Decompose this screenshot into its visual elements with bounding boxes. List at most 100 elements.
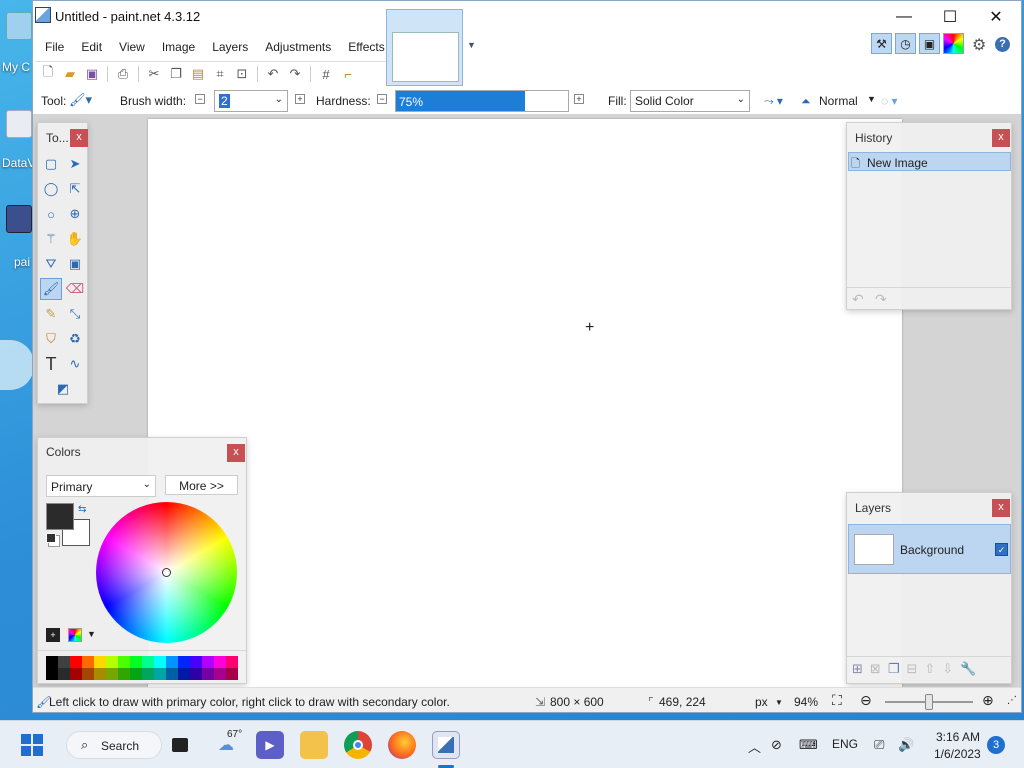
palette-swatch[interactable]: [226, 656, 238, 668]
menu-file[interactable]: File: [35, 32, 71, 61]
palette-swatch[interactable]: [214, 656, 226, 668]
palette-swatch[interactable]: [190, 668, 202, 680]
palette-swatch[interactable]: [106, 668, 118, 680]
palette-dropdown-chevron-icon[interactable]: ▼: [87, 629, 96, 639]
language-indicator[interactable]: ENG: [832, 737, 858, 751]
palette-swatch[interactable]: [130, 656, 142, 668]
windows-start-icon[interactable]: [18, 731, 46, 759]
history-item[interactable]: 🗋 New Image: [848, 152, 1011, 171]
settings-gear-icon[interactable]: ⚙: [972, 35, 986, 55]
palette-swatch[interactable]: [226, 668, 238, 680]
image-canvas[interactable]: +: [148, 119, 902, 687]
chat-icon[interactable]: ▶: [256, 731, 284, 759]
history-panel-close-button[interactable]: x: [992, 129, 1010, 147]
tools-window-toggle-icon[interactable]: ⚒: [871, 33, 892, 54]
layers-panel-close-button[interactable]: x: [992, 499, 1010, 517]
blend-mode-icon[interactable]: ⏶: [801, 94, 811, 109]
color-wheel[interactable]: [96, 502, 237, 643]
menu-edit[interactable]: Edit: [71, 32, 109, 61]
palette-swatch[interactable]: [154, 668, 166, 680]
palette-swatch[interactable]: [166, 668, 178, 680]
menu-layers[interactable]: Layers: [202, 32, 255, 61]
resize-grip-icon[interactable]: ⋰: [1007, 695, 1017, 706]
desktop-icon-paint[interactable]: pai: [0, 205, 34, 269]
desktop-icon-datav[interactable]: DataV: [0, 110, 35, 170]
menu-view[interactable]: View: [109, 32, 152, 61]
blend-mode-chevron-icon[interactable]: ▼: [867, 94, 876, 104]
palette-swatch[interactable]: [166, 656, 178, 668]
palette-swatch[interactable]: [142, 668, 154, 680]
palette-icon[interactable]: [68, 628, 82, 642]
history-undo-icon[interactable]: ↶: [852, 291, 864, 308]
paste-icon[interactable]: ▤: [187, 64, 209, 84]
palette-swatch[interactable]: [118, 656, 130, 668]
chrome-icon[interactable]: [344, 731, 372, 759]
antialiasing-icon[interactable]: ⤳ ▾: [764, 94, 783, 109]
layer-row[interactable]: Background ✓: [848, 524, 1011, 574]
more-colors-button[interactable]: More >>: [165, 475, 238, 495]
paintbrush-icon[interactable]: 🖌▾: [69, 92, 92, 108]
text-tool-icon[interactable]: T: [40, 353, 62, 375]
line-curve-tool-icon[interactable]: ∿: [64, 353, 86, 375]
delete-layer-icon[interactable]: ⊠: [870, 661, 881, 677]
add-layer-icon[interactable]: ⊞: [852, 661, 863, 677]
magic-wand-tool-icon[interactable]: ⚚: [40, 228, 62, 250]
close-button[interactable]: ✕: [973, 1, 1019, 32]
primary-color-swatch[interactable]: [46, 503, 74, 530]
merge-layer-icon[interactable]: ⊟: [906, 661, 917, 677]
brush-width-increase-button[interactable]: +: [295, 94, 305, 104]
brush-width-combobox[interactable]: 2 ⌄: [214, 90, 288, 112]
zoom-out-icon[interactable]: ⊖: [860, 692, 872, 709]
clock-date[interactable]: 1/6/2023: [934, 747, 981, 761]
zoom-value[interactable]: 94%: [794, 695, 818, 709]
palette-swatch[interactable]: [58, 656, 70, 668]
swap-colors-icon[interactable]: ⇆: [78, 504, 86, 515]
pencil-tool-icon[interactable]: ✎: [40, 303, 62, 325]
minimize-button[interactable]: —: [881, 1, 927, 32]
palette-swatch[interactable]: [178, 668, 190, 680]
print-icon[interactable]: ⎙: [112, 64, 134, 84]
notification-badge[interactable]: 3: [987, 736, 1005, 754]
new-file-icon[interactable]: 🗋: [37, 64, 59, 84]
shapes-tool-icon[interactable]: ◩: [52, 378, 74, 400]
add-color-icon[interactable]: +: [46, 628, 60, 642]
brush-width-decrease-button[interactable]: −: [195, 94, 205, 104]
color-mode-dropdown[interactable]: Primary ⌄: [46, 475, 156, 497]
palette-swatch[interactable]: [202, 656, 214, 668]
paintnet-taskbar-icon[interactable]: [432, 731, 460, 759]
cut-icon[interactable]: ✂: [143, 64, 165, 84]
menu-image[interactable]: Image: [152, 32, 202, 61]
palette-swatch[interactable]: [214, 668, 226, 680]
gradient-tool-icon[interactable]: ▣: [64, 253, 86, 275]
crop-icon[interactable]: ⌗: [209, 64, 231, 84]
palette-swatch[interactable]: [130, 668, 142, 680]
move-selected-pixels-tool-icon[interactable]: ➤: [64, 153, 86, 175]
maximize-button[interactable]: ☐: [927, 1, 973, 32]
image-list-dropdown-icon[interactable]: ▼: [467, 40, 476, 50]
reset-colors-icon[interactable]: [46, 533, 56, 543]
layer-properties-icon[interactable]: 🔧: [960, 661, 976, 677]
task-view-icon[interactable]: [166, 731, 194, 759]
colors-panel-close-button[interactable]: x: [227, 444, 245, 462]
palette-swatch[interactable]: [70, 656, 82, 668]
zoom-slider-thumb[interactable]: [925, 694, 933, 710]
selection-mode-icon[interactable]: ◌ ▾: [881, 94, 898, 108]
zoom-slider[interactable]: [885, 694, 973, 710]
keyboard-icon[interactable]: ⌨: [799, 737, 818, 753]
pan-tool-icon[interactable]: ✋: [64, 228, 86, 250]
palette-swatch[interactable]: [202, 668, 214, 680]
palette-swatch[interactable]: [118, 668, 130, 680]
palette-swatch[interactable]: [142, 656, 154, 668]
recolor-tool-icon[interactable]: ♻: [64, 328, 86, 350]
image-tab-thumbnail[interactable]: [386, 9, 463, 86]
file-explorer-icon[interactable]: [300, 731, 328, 759]
palette-swatch[interactable]: [82, 656, 94, 668]
taskbar-search[interactable]: ⌕ Search: [66, 731, 162, 759]
palette-swatch[interactable]: [46, 668, 58, 680]
menu-effects[interactable]: Effects: [338, 32, 391, 61]
palette-swatch[interactable]: [94, 668, 106, 680]
redo-icon[interactable]: ↷: [284, 64, 306, 84]
move-layer-down-icon[interactable]: ⇩: [942, 661, 953, 677]
duplicate-layer-icon[interactable]: ❐: [888, 661, 900, 677]
menu-adjustments[interactable]: Adjustments: [255, 32, 338, 61]
